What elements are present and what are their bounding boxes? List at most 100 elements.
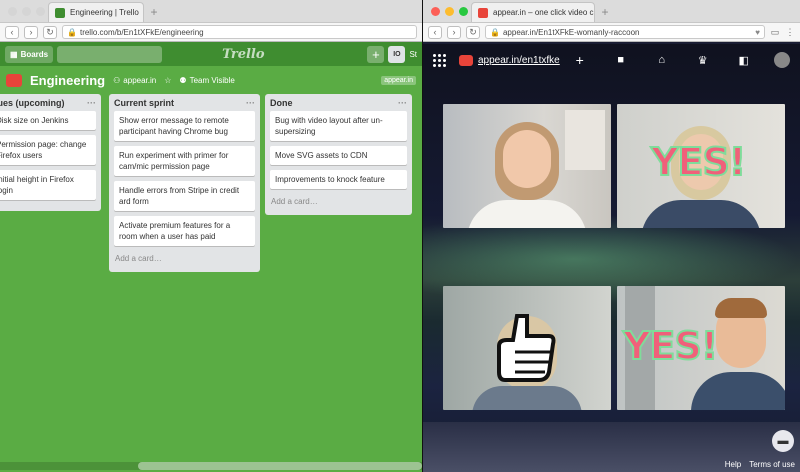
invite-plus-icon[interactable]: + [573,52,587,68]
footer-links: Help Terms of use [725,460,795,469]
yes-reaction-sticker: YES! [650,139,747,185]
room-link[interactable]: appear.in/en1txfke [478,55,560,66]
list-card[interactable]: Permission page: change Firefox users [0,135,96,165]
list-card[interactable]: Handle errors from Stripe in credit ard … [114,181,255,211]
add-card-button[interactable]: Add a card… [270,194,407,209]
address-bar-row: ‹ › ↻ 🔒 trello.com/b/En1tXFkE/engineerin… [0,23,422,42]
new-tab-button[interactable]: + [144,5,164,19]
avatar[interactable] [774,52,790,68]
list-card[interactable]: Initial height in Firefox login [0,170,96,200]
trello-logo[interactable]: Trello [222,47,264,62]
boards-button[interactable]: ▦ Boards [5,45,54,63]
list-menu-icon[interactable]: ··· [87,98,96,108]
team-icon: ⚇ [113,75,121,85]
video-tile-participant-4[interactable]: YES! [617,286,785,410]
card-text: Disk size on Jenkins [0,116,69,125]
board-title[interactable]: Engineering [30,73,105,88]
video-tile-participant-2[interactable]: YES! [617,104,785,228]
crown-icon[interactable]: ♛ [696,54,710,67]
sidebar-toggle-icon[interactable]: ◧ [737,54,751,67]
list-menu-icon[interactable]: ··· [398,98,407,108]
list-header[interactable]: Issues (upcoming) ··· [0,94,96,111]
new-tab-button[interactable]: + [595,5,615,19]
unlock-icon[interactable]: ⌂ [655,54,669,66]
help-link[interactable]: Help [725,460,741,469]
back-button[interactable]: ‹ [428,25,442,39]
card-text: Improvements to knock feature [275,175,385,184]
reload-button[interactable]: ↻ [466,25,480,39]
appear-in-favicon-icon [478,7,488,18]
minimize-window-button[interactable] [445,7,454,16]
boards-label: Boards [20,49,49,59]
trello-favicon-icon [55,7,65,18]
user-label[interactable]: St [409,50,417,59]
appear-toolbar: appear.in/en1txfke + ■ ⌂ ♛ ◧ [423,44,800,76]
board-integration[interactable]: ⚇ appear.in [113,76,156,85]
window-controls [8,7,45,16]
add-button[interactable]: + [367,45,385,63]
maximize-window-button[interactable] [459,7,468,16]
list-title: Current sprint [114,97,175,108]
shirt-shape [467,200,587,228]
card-text: Run experiment with primer for cam/mic p… [119,151,229,171]
appear-in-badge[interactable]: appear.in [381,75,416,85]
add-card-button[interactable]: Add a card… [114,251,255,266]
close-window-button[interactable] [431,7,440,16]
video-tile-participant-1[interactable] [443,104,611,228]
list-card[interactable]: Show error message to remote participant… [114,111,255,141]
team-visible-icon: ⚉ [179,75,187,85]
card-text: Move SVG assets to CDN [275,151,368,160]
url-field[interactable]: 🔒 appear.in/En1tXFkE-womanly-raccoon ♥ [485,25,765,39]
browser-tab-appear-in[interactable]: appear.in – one click video c × [471,2,595,22]
card-text: Initial height in Firefox login [0,175,74,195]
list-card[interactable]: Disk size on Jenkins [0,111,96,130]
window-background [565,110,605,170]
list-card[interactable]: Improvements to knock feature [270,170,407,189]
url-field[interactable]: 🔒 trello.com/b/En1tXFkE/engineering [62,25,417,39]
close-window-button[interactable] [8,7,17,16]
star-icon[interactable]: ☆ [164,76,171,85]
lock-icon: 🔒 [67,27,77,37]
video-tile-participant-3[interactable] [443,286,611,410]
list-card[interactable]: Bug with video layout after un-supersizi… [270,111,407,141]
camera-icon[interactable]: ■ [614,54,628,66]
card-text: Show error message to remote participant… [119,116,229,136]
terms-link[interactable]: Terms of use [749,460,795,469]
horizontal-scrollbar[interactable] [0,462,422,470]
forward-button[interactable]: › [447,25,461,39]
shirt-shape [641,200,761,228]
lock-icon: 🔒 [490,27,500,37]
tab-bar: appear.in – one click video c × + [423,0,800,23]
extension-icon[interactable]: ▭ [770,27,780,37]
list-menu-icon[interactable]: ··· [246,98,255,108]
list-title: Done [270,97,293,108]
tab-title: Engineering | Trello [70,8,139,17]
integration-label: appear.in [123,75,157,85]
search-input[interactable] [57,45,163,63]
chat-bubble-icon[interactable]: ▬ [772,430,794,452]
browser-tab-trello[interactable]: Engineering | Trello × [48,2,144,22]
trello-header: ▦ Boards Trello + IO St [0,42,422,66]
apps-grid-icon[interactable] [433,53,446,67]
maximize-window-button[interactable] [36,7,45,16]
list-card[interactable]: Activate premium features for a room whe… [114,216,255,246]
menu-icon[interactable]: ⋮ [785,27,795,37]
scrollbar-thumb[interactable] [138,462,422,470]
minimize-window-button[interactable] [22,7,31,16]
list-header[interactable]: Done ··· [270,94,407,111]
forward-button[interactable]: › [24,25,38,39]
face-shape [503,130,551,188]
back-button[interactable]: ‹ [5,25,19,39]
card-text: Activate premium features for a room whe… [119,221,231,241]
reload-button[interactable]: ↻ [43,25,57,39]
avatar[interactable]: IO [388,45,406,63]
visibility-button[interactable]: ⚉ Team Visible [179,76,234,85]
video-stage: appear.in/en1txfke + ■ ⌂ ♛ ◧ YES! YES! ▬… [423,44,800,472]
list-card[interactable]: Move SVG assets to CDN [270,146,407,165]
list-card[interactable]: Run experiment with primer for cam/mic p… [114,146,255,176]
bookmark-icon[interactable]: ♥ [755,28,760,37]
card-text: Permission page: change Firefox users [0,140,87,160]
list-header[interactable]: Current sprint ··· [114,94,255,111]
visibility-label: Team Visible [189,75,235,85]
shirt-shape [472,386,582,410]
